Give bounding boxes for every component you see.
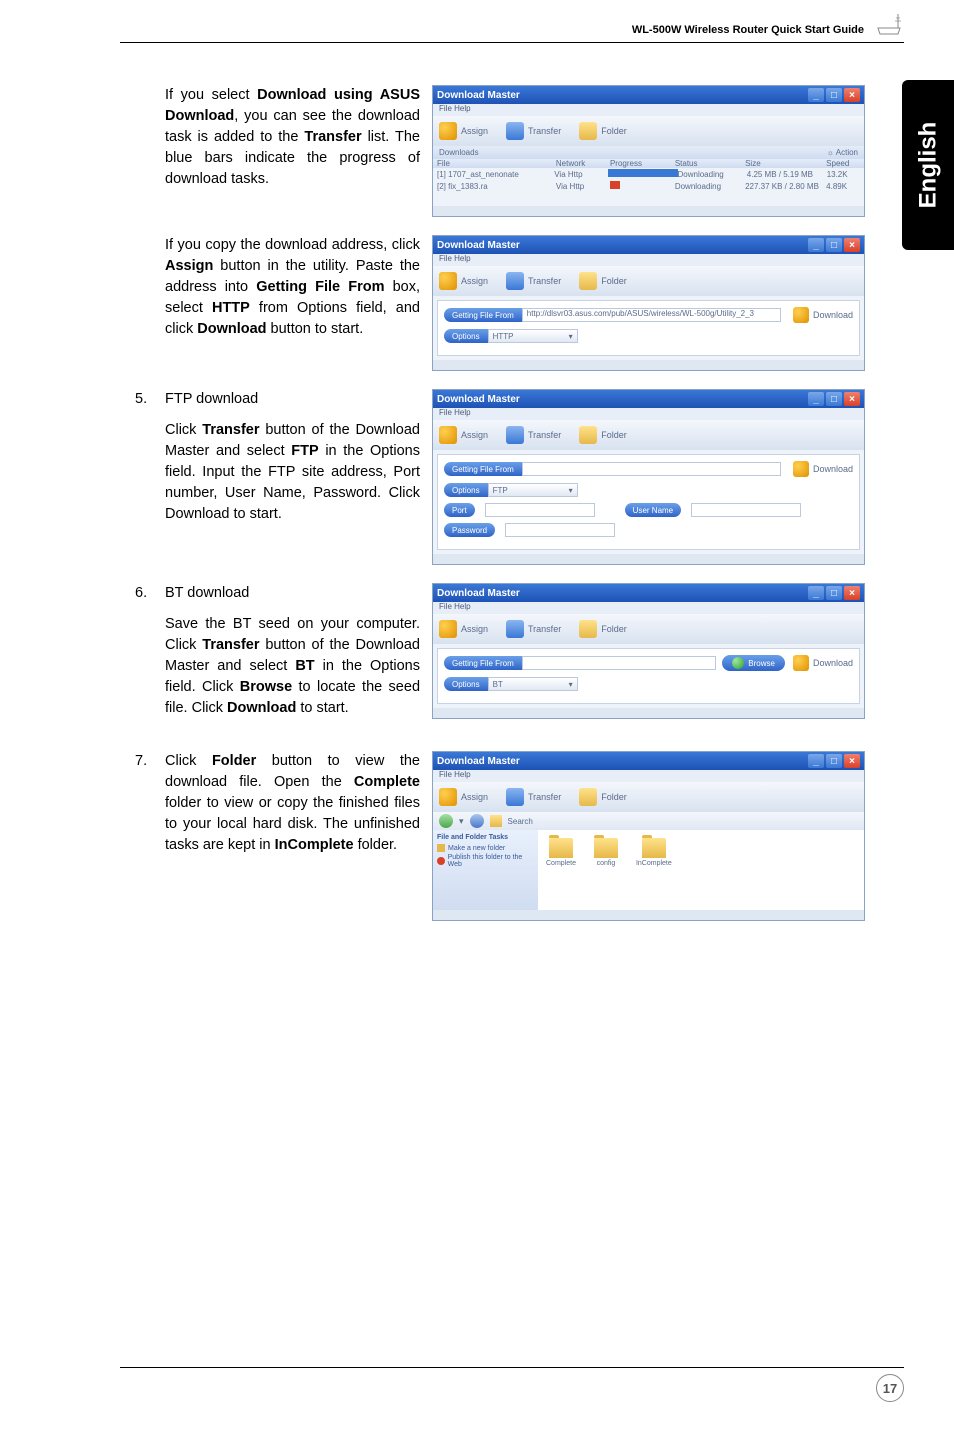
list-item-6-body: Save the BT seed on your computer. Click… <box>165 614 420 719</box>
maximize-icon[interactable]: □ <box>826 754 842 768</box>
close-icon[interactable]: × <box>844 754 860 768</box>
folder-button[interactable]: Folder <box>579 426 627 444</box>
transfer-button[interactable]: Transfer <box>506 426 561 444</box>
user-label: User Name <box>625 503 681 517</box>
progress-bar <box>610 181 620 189</box>
password-input[interactable] <box>505 523 615 537</box>
folder-button[interactable]: Folder <box>579 620 627 638</box>
footer-rule <box>120 1367 904 1368</box>
close-icon[interactable]: × <box>844 586 860 600</box>
explorer-nav: ▾ Search <box>433 812 864 830</box>
back-icon[interactable] <box>439 814 453 828</box>
screenshot-transfer-list: Download Master _ □ × File Help Assign T… <box>432 85 865 217</box>
options-label: Options <box>444 329 488 343</box>
list-item-6: 6. BT download <box>135 583 420 604</box>
menu-bar: File Help <box>433 104 864 116</box>
assign-button[interactable]: Assign <box>439 272 488 290</box>
getting-file-label: Getting File From <box>444 462 522 476</box>
getting-file-label: Getting File From <box>444 308 522 322</box>
options-label: Options <box>444 677 488 691</box>
folder-icon <box>549 838 573 858</box>
maximize-icon[interactable]: □ <box>826 88 842 102</box>
folder-button[interactable]: Folder <box>579 272 627 290</box>
download-button[interactable]: Download <box>793 655 853 671</box>
list-item-5: 5. FTP download <box>135 389 420 410</box>
screenshot-ftp: Download Master _□× File Help Assign Tra… <box>432 389 865 565</box>
table-row: [2] fix_1383.raVia HttpDownloading227.37… <box>433 180 864 192</box>
maximize-icon[interactable]: □ <box>826 392 842 406</box>
page-number: 17 <box>876 1374 904 1402</box>
close-icon[interactable]: × <box>844 238 860 252</box>
folder-icon <box>594 838 618 858</box>
maximize-icon[interactable]: □ <box>826 586 842 600</box>
table-row: [1] 1707_ast_nenonateVia HttpDownloading… <box>433 168 864 180</box>
url-input[interactable]: http://dlsvr03.asus.com/pub/ASUS/wireles… <box>522 308 781 322</box>
paragraph-2: If you copy the download address, click … <box>165 235 420 340</box>
language-tab: English <box>902 80 954 250</box>
paragraph-1: If you select Download using ASUS Downlo… <box>165 85 420 190</box>
folder-button[interactable]: Folder <box>579 788 627 806</box>
screenshot-bt: Download Master _□× File Help Assign Tra… <box>432 583 865 719</box>
folder-icon <box>579 122 597 140</box>
transfer-button[interactable]: Transfer <box>506 788 561 806</box>
up-folder-icon[interactable] <box>490 815 502 827</box>
folder-config[interactable]: config <box>594 838 618 902</box>
port-input[interactable] <box>485 503 595 517</box>
assign-button[interactable]: Assign <box>439 122 488 140</box>
options-select[interactable]: HTTP▾ <box>488 329 578 343</box>
folder-icon <box>642 838 666 858</box>
close-icon[interactable]: × <box>844 88 860 102</box>
assign-button[interactable]: Assign <box>439 788 488 806</box>
assign-icon <box>439 122 457 140</box>
bt-input[interactable] <box>522 656 716 670</box>
minimize-icon[interactable]: _ <box>808 392 824 406</box>
getting-file-label: Getting File From <box>444 656 522 670</box>
header-title: WL-500W Wireless Router Quick Start Guid… <box>632 24 864 36</box>
folder-incomplete[interactable]: InComplete <box>636 838 672 902</box>
screenshot-folder: Download Master _□× File Help Assign Tra… <box>432 751 865 921</box>
task-item[interactable]: Publish this folder to the Web <box>437 854 534 868</box>
router-icon <box>874 8 904 38</box>
list-item-5-body: Click Transfer button of the Download Ma… <box>165 420 420 525</box>
folder-button[interactable]: Folder <box>579 122 627 140</box>
options-select[interactable]: BT▾ <box>488 677 578 691</box>
minimize-icon[interactable]: _ <box>808 88 824 102</box>
minimize-icon[interactable]: _ <box>808 586 824 600</box>
header-rule <box>120 42 904 43</box>
transfer-button[interactable]: Transfer <box>506 272 561 290</box>
password-label: Password <box>444 523 495 537</box>
language-label: English <box>914 122 942 209</box>
assign-button[interactable]: Assign <box>439 620 488 638</box>
status-bar <box>433 206 864 216</box>
close-icon[interactable]: × <box>844 392 860 406</box>
user-input[interactable] <box>691 503 801 517</box>
screenshot-http-assign: Download Master _□× File Help Assign Tra… <box>432 235 865 371</box>
forward-icon[interactable] <box>470 814 484 828</box>
transfer-icon <box>506 122 524 140</box>
folder-complete[interactable]: Complete <box>546 838 576 902</box>
task-item[interactable]: Make a new folder <box>437 844 534 852</box>
transfer-button[interactable]: Transfer <box>506 122 561 140</box>
port-label: Port <box>444 503 475 517</box>
transfer-button[interactable]: Transfer <box>506 620 561 638</box>
window-controls: _ □ × <box>808 88 860 102</box>
maximize-icon[interactable]: □ <box>826 238 842 252</box>
list-item-7: 7. Click Folder button to view the downl… <box>135 751 420 856</box>
folder-tasks-panel: File and Folder Tasks Make a new folder … <box>433 830 538 910</box>
progress-bar <box>608 169 678 177</box>
minimize-icon[interactable]: _ <box>808 754 824 768</box>
browse-button[interactable]: Browse <box>722 655 785 671</box>
minimize-icon[interactable]: _ <box>808 238 824 252</box>
assign-button[interactable]: Assign <box>439 426 488 444</box>
download-button[interactable]: Download <box>793 461 853 477</box>
toolbar: Assign Transfer Folder <box>433 116 864 146</box>
table-header: FileNetworkProgressStatusSizeSpeed <box>433 159 864 168</box>
options-select[interactable]: FTP▾ <box>488 483 578 497</box>
ftp-address-input[interactable] <box>522 462 781 476</box>
options-label: Options <box>444 483 488 497</box>
download-button[interactable]: Download <box>793 307 853 323</box>
